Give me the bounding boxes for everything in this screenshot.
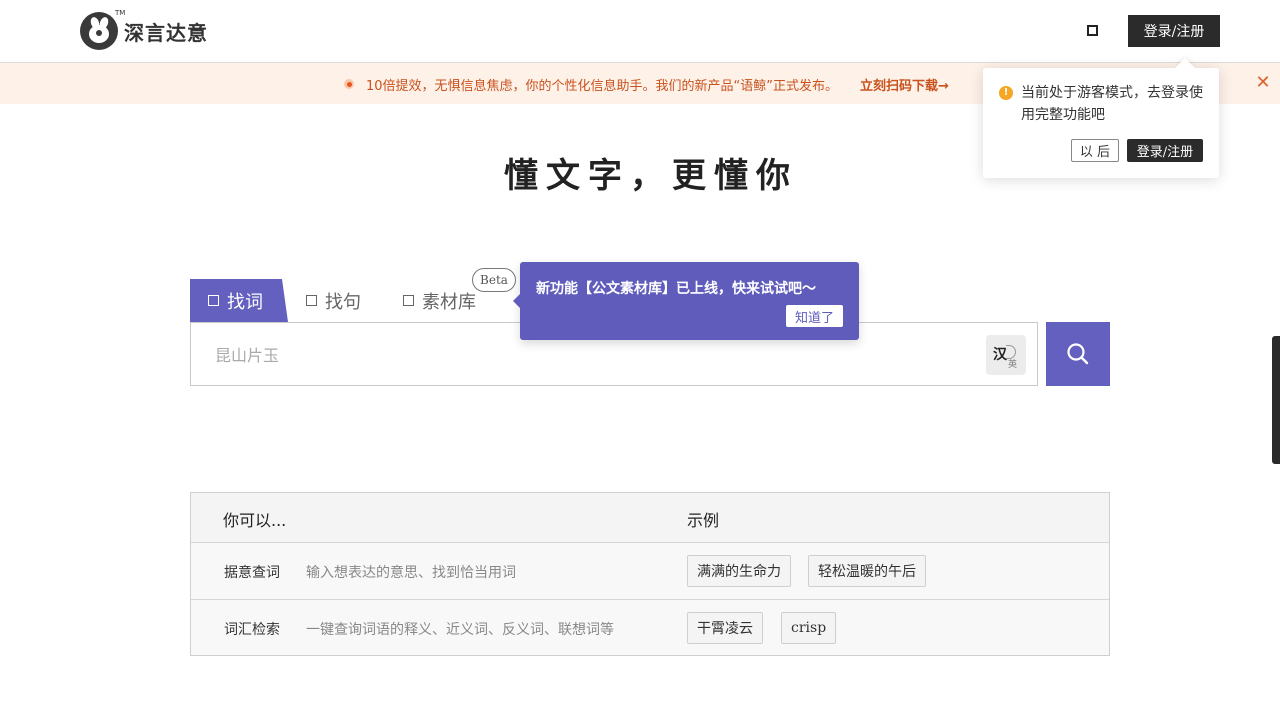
- feature-tooltip: 新功能【公文素材库】已上线，快来试试吧～ 知道了: [513, 262, 859, 340]
- logo-trademark: TM: [115, 9, 126, 17]
- banner-download-link[interactable]: 立刻扫码下载→: [860, 75, 949, 94]
- tab-label: 找词: [227, 291, 263, 313]
- row-feature-name: 词汇检索: [224, 622, 280, 638]
- header-examples: 示例: [687, 511, 720, 530]
- row-feature-desc: 一键查询词语的释义、近义词、反义词、联想词等: [306, 622, 614, 638]
- row-feature-name: 据意查词: [224, 565, 280, 581]
- table-row: 词汇检索 一键查询词语的释义、近义词、反义词、联想词等 干霄凌云 crisp: [191, 600, 1109, 657]
- search-button[interactable]: [1046, 322, 1110, 386]
- page-scrollbar[interactable]: [1272, 336, 1280, 464]
- example-chip[interactable]: 轻松温暖的午后: [808, 555, 926, 587]
- guest-mode-popover: ! 当前处于游客模式，去登录使用完整功能吧 以 后 登录/注册: [983, 68, 1219, 178]
- language-toggle-button[interactable]: 汉 英: [986, 335, 1026, 375]
- logo[interactable]: TM 深言达意: [80, 9, 208, 50]
- square-icon: [306, 295, 317, 306]
- search-icon: [1067, 343, 1089, 365]
- banner-dot-icon: [344, 79, 354, 89]
- table-header: 你可以... 示例: [191, 493, 1109, 543]
- popover-login-button[interactable]: 登录/注册: [1127, 139, 1203, 162]
- logo-icon: [80, 12, 118, 50]
- example-chip[interactable]: 干霄凌云: [687, 612, 763, 644]
- han-label: 汉: [993, 347, 1007, 363]
- tab-find-sentence[interactable]: 找句: [306, 279, 361, 322]
- example-chip[interactable]: 满满的生命力: [687, 555, 791, 587]
- ying-label: 英: [1008, 360, 1018, 370]
- tab-material-library[interactable]: 素材库: [403, 279, 476, 322]
- square-icon[interactable]: [1087, 25, 1098, 36]
- search-input[interactable]: [215, 337, 975, 373]
- tab-find-word[interactable]: 找词: [190, 279, 288, 322]
- beta-badge: Beta: [472, 268, 516, 292]
- top-header: TM 深言达意 登录/注册: [0, 0, 1280, 63]
- tab-label: 找句: [325, 291, 361, 313]
- square-icon: [403, 295, 414, 306]
- feature-tooltip-text: 新功能【公文素材库】已上线，快来试试吧～: [536, 281, 816, 297]
- warning-icon: !: [999, 86, 1013, 100]
- tab-label: 素材库: [422, 291, 476, 313]
- got-it-button[interactable]: 知道了: [786, 305, 843, 327]
- square-icon: [208, 295, 219, 306]
- later-button[interactable]: 以 后: [1071, 139, 1119, 162]
- logo-text: 深言达意: [124, 20, 208, 45]
- table-row: 据意查词 输入想表达的意思、找到恰当用词 满满的生命力 轻松温暖的午后: [191, 543, 1109, 600]
- row-feature-desc: 输入想表达的意思、找到恰当用词: [306, 565, 516, 581]
- close-icon[interactable]: ✕: [1254, 74, 1272, 92]
- example-chip[interactable]: crisp: [781, 612, 837, 644]
- guest-mode-text: 当前处于游客模式，去登录使用完整功能吧: [1021, 85, 1203, 123]
- header-login-button[interactable]: 登录/注册: [1128, 15, 1220, 47]
- header-you-can: 你可以...: [223, 511, 287, 530]
- banner-text: 10倍提效，无惧信息焦虑，你的个性化信息助手。我们的新产品“语鲸”正式发布。: [366, 79, 839, 94]
- usage-tips-table: 你可以... 示例 据意查词 输入想表达的意思、找到恰当用词 满满的生命力 轻松…: [190, 492, 1110, 656]
